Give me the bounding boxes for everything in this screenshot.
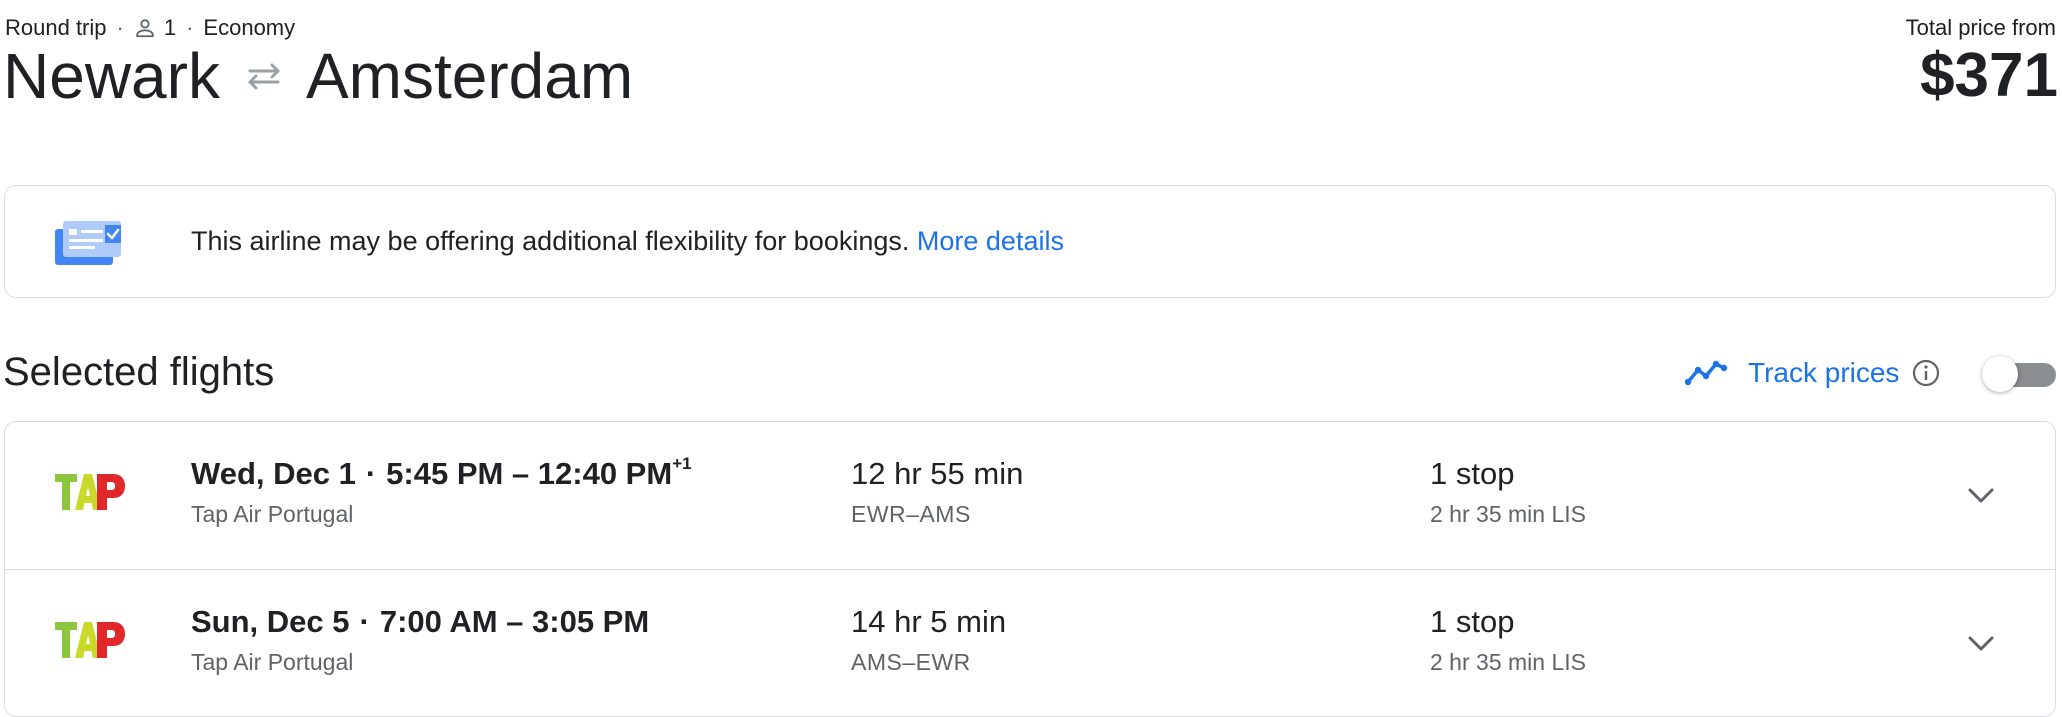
origin-city: Newark [3,40,220,112]
info-circle-icon[interactable] [1911,358,1941,388]
flight-date: Sun, Dec 5 [191,604,350,639]
flexible-ticket-icon [55,219,123,272]
notice-message: This airline may be offering additional … [191,186,1064,299]
flight-duration: 14 hr 5 min [851,604,1007,639]
section-title: Selected flights [3,350,275,394]
chevron-down-icon[interactable] [1961,476,2001,516]
flight-row-outbound[interactable]: Wed, Dec 1 · 5:45 PM – 12:40 PM+1 Tap Air … [5,422,2055,568]
trending-chart-icon[interactable] [1684,360,1728,386]
route-title: Newark Amsterdam [3,36,633,116]
track-prices-toggle[interactable] [1982,356,2056,392]
flight-stops: 1 stop [1430,604,1515,639]
flight-duration: 12 hr 55 min [851,456,1024,491]
track-prices-label[interactable]: Track prices [1748,357,1899,389]
track-prices: Track prices [1684,348,1941,398]
flight-date: Wed, Dec 1 [191,456,356,491]
total-price: $371 [1920,41,2058,110]
tap-air-portugal-logo [53,618,127,667]
tap-air-portugal-logo [53,470,127,519]
flight-layover: 2 hr 35 min LIS [1430,649,1586,675]
toggle-knob [1982,356,2018,392]
flight-datetime: Sun, Dec 5 · 7:00 AM – 3:05 PM [191,604,649,640]
flight-times: 5:45 PM – 12:40 PM [386,456,673,491]
flight-times: 7:00 AM – 3:05 PM [379,604,650,639]
flight-stops: 1 stop [1430,456,1515,491]
flight-airline: Tap Air Portugal [191,649,354,675]
selected-flights-list: Wed, Dec 1 · 5:45 PM – 12:40 PM+1 Tap Air … [4,421,2056,717]
separator-dot: · [359,604,370,639]
flexibility-notice: This airline may be offering additional … [4,185,2056,298]
flight-airline: Tap Air Portugal [191,501,354,527]
swap-arrows-icon [244,61,284,91]
separator-dot: · [365,456,377,491]
flight-row-return[interactable]: Sun, Dec 5 · 7:00 AM – 3:05 PM Tap Air Por… [5,569,2055,716]
more-details-link[interactable]: More details [917,226,1064,256]
destination-city: Amsterdam [305,40,634,112]
notice-text: This airline may be offering additional … [191,226,917,256]
flight-datetime: Wed, Dec 1 · 5:45 PM – 12:40 PM+1 [191,454,692,492]
chevron-down-icon[interactable] [1961,624,2001,664]
day-offset: +1 [672,454,692,473]
flight-layover: 2 hr 35 min LIS [1430,501,1586,527]
flight-route: EWR–AMS [851,501,971,527]
flight-route: AMS–EWR [851,649,971,675]
